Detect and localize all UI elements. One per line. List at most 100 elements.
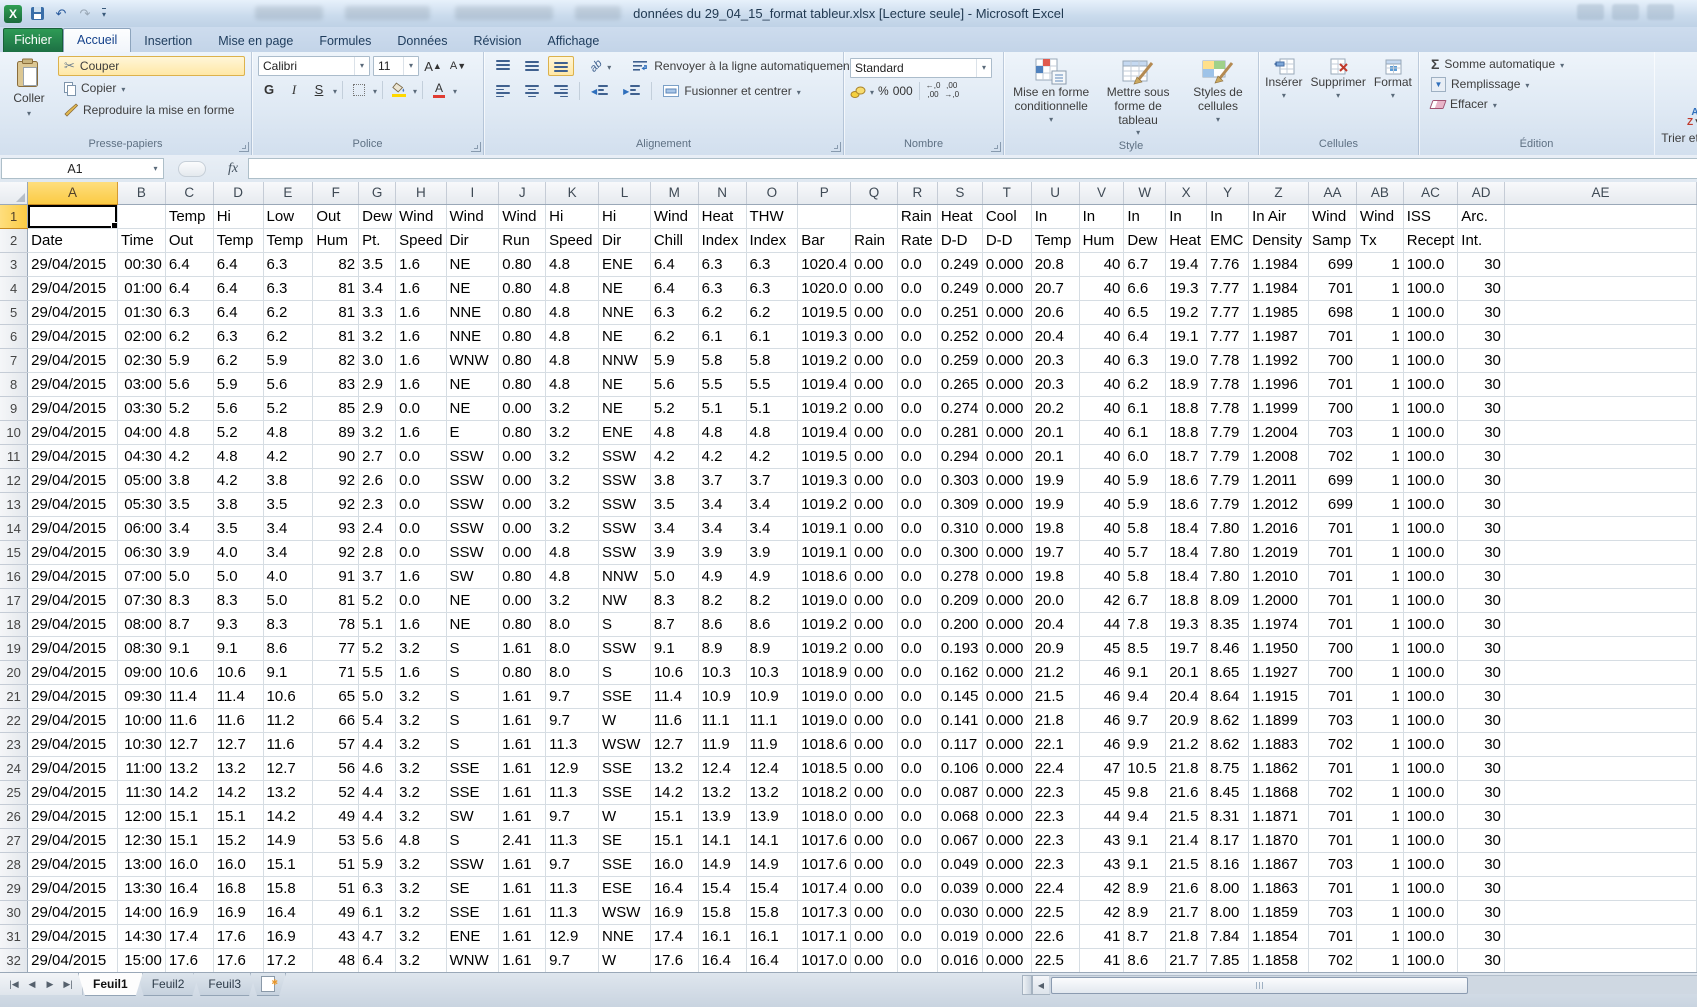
row-header-25[interactable]: 25 [0, 780, 28, 804]
cell-R15[interactable]: 0.0 [897, 540, 937, 564]
cell-L17[interactable]: NW [599, 588, 651, 612]
cell-D20[interactable]: 10.6 [213, 660, 263, 684]
cell-AE11[interactable] [1504, 444, 1696, 468]
percent-button[interactable]: % [878, 84, 889, 98]
cell-X3[interactable]: 19.4 [1166, 252, 1207, 276]
cell-P2[interactable]: Bar [798, 228, 851, 252]
cell-Z9[interactable]: 1.1999 [1249, 396, 1309, 420]
cell-G24[interactable]: 4.6 [359, 756, 396, 780]
cell-Y5[interactable]: 7.77 [1207, 300, 1249, 324]
cell-W22[interactable]: 9.7 [1124, 708, 1166, 732]
cell-F1[interactable]: Out [313, 204, 359, 228]
cell-M29[interactable]: 16.4 [650, 876, 698, 900]
cell-AA7[interactable]: 700 [1308, 348, 1356, 372]
cell-F7[interactable]: 82 [313, 348, 359, 372]
cell-H14[interactable]: 0.0 [396, 516, 446, 540]
cell-G30[interactable]: 6.1 [359, 900, 396, 924]
cell-AB12[interactable]: 1 [1356, 468, 1403, 492]
cell-B3[interactable]: 00:30 [117, 252, 165, 276]
cell-P11[interactable]: 1019.5 [798, 444, 851, 468]
cell-AD23[interactable]: 30 [1458, 732, 1505, 756]
column-header-Y[interactable]: Y [1207, 182, 1249, 204]
cell-Z11[interactable]: 1.2008 [1249, 444, 1309, 468]
cell-M25[interactable]: 14.2 [650, 780, 698, 804]
cell-Y3[interactable]: 7.76 [1207, 252, 1249, 276]
cell-AA25[interactable]: 702 [1308, 780, 1356, 804]
cell-P4[interactable]: 1020.0 [798, 276, 851, 300]
cell-O11[interactable]: 4.2 [746, 444, 798, 468]
cell-B17[interactable]: 07:30 [117, 588, 165, 612]
cell-C16[interactable]: 5.0 [165, 564, 213, 588]
cell-S3[interactable]: 0.249 [937, 252, 982, 276]
cell-S16[interactable]: 0.278 [937, 564, 982, 588]
column-header-I[interactable]: I [446, 182, 499, 204]
cell-W14[interactable]: 5.8 [1124, 516, 1166, 540]
cell-L15[interactable]: SSW [599, 540, 651, 564]
cell-K8[interactable]: 4.8 [546, 372, 599, 396]
cell-N2[interactable]: Index [698, 228, 746, 252]
cell-K5[interactable]: 4.8 [546, 300, 599, 324]
cell-R19[interactable]: 0.0 [897, 636, 937, 660]
cell-S28[interactable]: 0.049 [937, 852, 982, 876]
cell-V5[interactable]: 40 [1079, 300, 1124, 324]
cell-H13[interactable]: 0.0 [396, 492, 446, 516]
cell-A22[interactable]: 29/04/2015 [28, 708, 118, 732]
cell-AB3[interactable]: 1 [1356, 252, 1403, 276]
cell-AE2[interactable] [1504, 228, 1696, 252]
cell-R29[interactable]: 0.0 [897, 876, 937, 900]
column-header-E[interactable]: E [263, 182, 313, 204]
cell-AA8[interactable]: 701 [1308, 372, 1356, 396]
column-header-V[interactable]: V [1079, 182, 1124, 204]
cell-K10[interactable]: 3.2 [546, 420, 599, 444]
cell-X4[interactable]: 19.3 [1166, 276, 1207, 300]
cell-Q25[interactable]: 0.00 [851, 780, 898, 804]
cell-K6[interactable]: 4.8 [546, 324, 599, 348]
cell-U29[interactable]: 22.4 [1031, 876, 1079, 900]
cell-E31[interactable]: 16.9 [263, 924, 313, 948]
cell-C23[interactable]: 12.7 [165, 732, 213, 756]
cell-T29[interactable]: 0.000 [982, 876, 1031, 900]
cell-L1[interactable]: Hi [599, 204, 651, 228]
decrease-decimal-button[interactable]: ,00→,0 [944, 82, 959, 100]
cell-AB32[interactable]: 1 [1356, 948, 1403, 972]
cell-H26[interactable]: 3.2 [396, 804, 446, 828]
cell-Z25[interactable]: 1.1868 [1249, 780, 1309, 804]
delete-cells-dropdown-icon[interactable]: ▾ [1336, 91, 1340, 100]
row-header-11[interactable]: 11 [0, 444, 28, 468]
cell-AD28[interactable]: 30 [1458, 852, 1505, 876]
cell-T20[interactable]: 0.000 [982, 660, 1031, 684]
next-sheet-button[interactable]: ▶ [42, 979, 58, 990]
cell-N30[interactable]: 15.8 [698, 900, 746, 924]
cell-P30[interactable]: 1017.3 [798, 900, 851, 924]
cell-D4[interactable]: 6.4 [213, 276, 263, 300]
insert-cells-button[interactable]: Insérer ▾ [1262, 56, 1305, 138]
cell-Q22[interactable]: 0.00 [851, 708, 898, 732]
cell-Z32[interactable]: 1.1858 [1249, 948, 1309, 972]
cell-AB18[interactable]: 1 [1356, 612, 1403, 636]
cell-O2[interactable]: Index [746, 228, 798, 252]
cell-U23[interactable]: 22.1 [1031, 732, 1079, 756]
cell-D6[interactable]: 6.3 [213, 324, 263, 348]
cell-AA30[interactable]: 703 [1308, 900, 1356, 924]
cell-AB5[interactable]: 1 [1356, 300, 1403, 324]
cell-E20[interactable]: 9.1 [263, 660, 313, 684]
cell-I3[interactable]: NE [446, 252, 499, 276]
cell-G6[interactable]: 3.2 [359, 324, 396, 348]
cell-M32[interactable]: 17.6 [650, 948, 698, 972]
cell-J7[interactable]: 0.80 [499, 348, 546, 372]
cell-F12[interactable]: 92 [313, 468, 359, 492]
cell-D24[interactable]: 13.2 [213, 756, 263, 780]
cell-AB16[interactable]: 1 [1356, 564, 1403, 588]
cell-H20[interactable]: 1.6 [396, 660, 446, 684]
cell-E19[interactable]: 8.6 [263, 636, 313, 660]
cell-T6[interactable]: 0.000 [982, 324, 1031, 348]
cell-AD20[interactable]: 30 [1458, 660, 1505, 684]
cell-N31[interactable]: 16.1 [698, 924, 746, 948]
cell-E27[interactable]: 14.9 [263, 828, 313, 852]
cell-Z10[interactable]: 1.2004 [1249, 420, 1309, 444]
cell-E11[interactable]: 4.2 [263, 444, 313, 468]
cell-F6[interactable]: 81 [313, 324, 359, 348]
cell-R11[interactable]: 0.0 [897, 444, 937, 468]
cell-Y30[interactable]: 8.00 [1207, 900, 1249, 924]
cell-AA11[interactable]: 702 [1308, 444, 1356, 468]
